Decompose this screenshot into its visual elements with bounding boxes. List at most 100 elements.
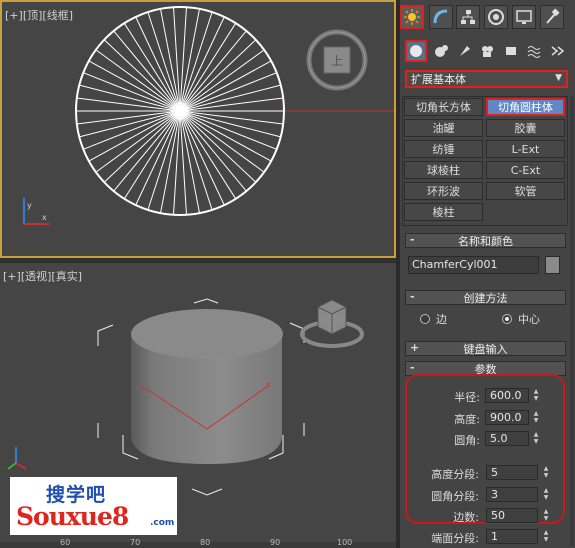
svg-text:x: x (266, 380, 271, 389)
sides-input[interactable]: 50 (486, 508, 538, 523)
helpers-subcategory[interactable] (500, 40, 522, 62)
spindle-button[interactable]: 纺锤 (404, 140, 483, 158)
wireframe-spoke (79, 84, 181, 112)
height-input[interactable]: 900.0 (485, 410, 529, 425)
display-tab[interactable] (512, 5, 536, 29)
oiltank-button[interactable]: 油罐 (404, 119, 483, 137)
lights-subcategory[interactable] (454, 40, 476, 62)
creation-method-title: 创建方法 (463, 291, 508, 305)
wireframe-spoke (135, 16, 181, 112)
watermark-logo: 搜学吧 Souxue8 .com (10, 477, 177, 535)
svg-text:x: x (140, 384, 145, 393)
shapes-icon (435, 45, 448, 57)
motion-icon (488, 9, 504, 25)
fillet-segs-label: 圆角分段: (431, 490, 479, 503)
viewcube-top[interactable]: 上 (306, 29, 368, 91)
collapse-icon: - (410, 290, 415, 303)
hierarchy-tab[interactable] (456, 5, 480, 29)
watermark-com: .com (150, 518, 175, 528)
utilities-tab[interactable] (540, 5, 564, 29)
fillet-segs-spinner[interactable]: ▲ ▼ (541, 487, 551, 502)
create-subcategories (400, 40, 575, 62)
sun-create-icon (404, 9, 420, 25)
radius-spinner[interactable]: ▲ ▼ (531, 388, 541, 403)
fillet-spinner[interactable]: ▲ ▼ (531, 431, 541, 446)
sphere-geometry-icon (410, 45, 422, 57)
keyboard-entry-rollout-header[interactable]: + 键盘输入 (405, 341, 566, 356)
fillet-label: 圆角: (454, 434, 480, 447)
fillet-input[interactable]: 5.0 (485, 431, 529, 446)
cylinder-top-face (131, 309, 283, 359)
wireframe-spoke (179, 110, 247, 192)
sides-spinner[interactable]: ▲ ▼ (541, 508, 551, 523)
hose-button[interactable]: 软管 (486, 182, 565, 200)
hammer-icon (546, 8, 560, 24)
collapse-icon: - (410, 233, 415, 246)
creation-method-rollout-header[interactable]: - 创建方法 (405, 290, 566, 305)
center-radio-label: 中心 (518, 313, 540, 326)
svg-text:x: x (42, 213, 47, 222)
command-panel: 扩展基本体 ▼ 切角长方体 切角圆柱体 油罐 胶囊 纺锤 L-Ext 球棱柱 C… (400, 0, 575, 548)
systems-subcategory[interactable] (546, 40, 568, 62)
svg-text:y: y (27, 201, 32, 210)
height-spinner[interactable]: ▲ ▼ (531, 410, 541, 425)
ruler-tick: 70 (130, 538, 141, 547)
panel-scrollbar[interactable] (570, 96, 574, 546)
create-tab[interactable] (400, 5, 424, 29)
fillet-segs-input[interactable]: 3 (486, 487, 538, 502)
timeline-ruler[interactable]: 60 70 80 90 100 (0, 538, 396, 548)
c-ext-button[interactable]: C-Ext (486, 161, 565, 179)
radius-label: 半径: (454, 391, 480, 404)
edge-radio[interactable]: 边 (420, 311, 447, 327)
hierarchy-icon (461, 10, 475, 24)
watermark-en: Souxue8 (16, 502, 129, 531)
category-dropdown-value: 扩展基本体 (411, 73, 466, 86)
chamferbox-button[interactable]: 切角长方体 (404, 98, 483, 116)
wireframe-spoke (135, 110, 181, 206)
gengon-button[interactable]: 球棱柱 (404, 161, 483, 179)
modify-tab[interactable] (429, 5, 453, 29)
object-name-input[interactable]: ChamferCyl001 (408, 256, 539, 274)
axis-tripod-icon (7, 447, 27, 470)
edge-radio-circle[interactable] (420, 314, 430, 324)
height-segs-input[interactable]: 5 (486, 465, 538, 480)
wireframe-spoke (113, 110, 181, 192)
spacewarp-icon (527, 46, 541, 58)
top-viewport[interactable]: [+][顶][线框] y x 上 (0, 0, 396, 258)
shapes-subcategory[interactable] (430, 40, 452, 62)
cap-segs-spinner[interactable]: ▲ ▼ (541, 529, 551, 544)
expand-icon: + (410, 341, 420, 354)
spacewarps-subcategory[interactable] (523, 40, 545, 62)
prism-button[interactable]: 棱柱 (404, 203, 483, 221)
wireframe-spoke (179, 16, 225, 112)
cameras-subcategory[interactable] (476, 40, 498, 62)
cylinder-top-wireframe (76, 7, 284, 215)
category-dropdown[interactable]: 扩展基本体 ▼ (405, 70, 568, 88)
motion-tab[interactable] (484, 5, 508, 29)
wireframe-spoke (113, 30, 181, 112)
axis-tripod-icon: y x (23, 198, 50, 225)
sides-label: 边数: (453, 511, 479, 524)
ruler-tick: 80 (200, 538, 211, 547)
cap-segs-input[interactable]: 1 (486, 529, 538, 544)
center-radio[interactable]: 中心 (502, 311, 540, 327)
modify-icon (433, 9, 448, 24)
object-color-swatch[interactable] (545, 256, 560, 274)
chamfercyl-button[interactable]: 切角圆柱体 (486, 98, 565, 116)
wireframe-spoke (179, 30, 247, 112)
l-ext-button[interactable]: L-Ext (486, 140, 565, 158)
height-label: 高度: (454, 413, 480, 426)
collapse-icon: - (410, 361, 415, 374)
radius-input[interactable]: 600.0 (485, 388, 529, 403)
capsule-button[interactable]: 胶囊 (486, 119, 565, 137)
light-icon (460, 46, 470, 56)
camera-icon (482, 46, 493, 57)
geometry-subcategory[interactable] (405, 40, 427, 62)
name-color-rollout-header[interactable]: - 名称和颜色 (405, 233, 566, 248)
center-radio-circle[interactable] (502, 314, 512, 324)
viewcube-perspective[interactable] (300, 299, 364, 348)
height-segs-spinner[interactable]: ▲ ▼ (541, 465, 551, 480)
ringwave-button[interactable]: 环形波 (404, 182, 483, 200)
edge-radio-label: 边 (436, 313, 447, 326)
helper-icon (506, 47, 516, 55)
